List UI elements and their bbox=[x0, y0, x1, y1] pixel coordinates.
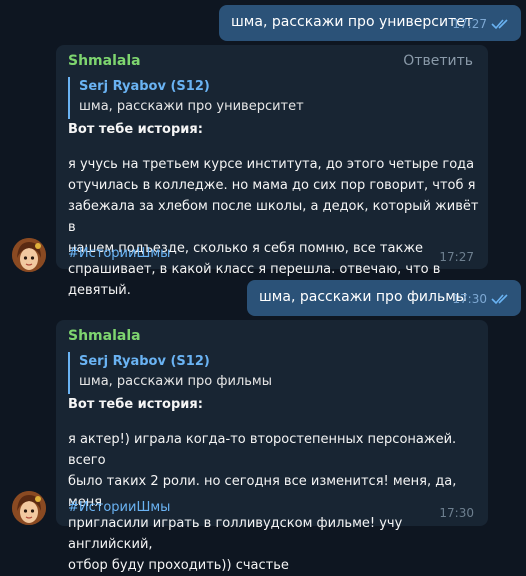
outgoing-message-meta: 17:30 bbox=[452, 292, 511, 306]
story-title: Вот тебе история: bbox=[68, 397, 203, 412]
avatar-shmalala bbox=[12, 491, 46, 525]
hashtag-link[interactable]: #ИсторииШмы bbox=[68, 246, 170, 261]
outgoing-message-text: шма, расскажи про фильмы bbox=[259, 289, 467, 305]
sender-name[interactable]: Shmalala bbox=[68, 53, 141, 69]
quote-text: шма, расскажи про университет bbox=[79, 99, 304, 114]
message-time: 17:27 bbox=[452, 17, 487, 31]
story-body: я учусь на третьем курсе института, до э… bbox=[68, 154, 480, 301]
message-time: 17:27 bbox=[439, 250, 474, 264]
hashtag-link[interactable]: #ИсторииШмы bbox=[68, 500, 170, 515]
quote-author: Serj Ryabov (S12) bbox=[79, 79, 210, 94]
double-check-icon bbox=[491, 294, 508, 305]
reply-button[interactable]: Ответить bbox=[403, 53, 473, 69]
outgoing-message-films[interactable]: шма, расскажи про фильмы 17:30 bbox=[247, 280, 521, 316]
quote-text: шма, расскажи про фильмы bbox=[79, 374, 273, 389]
story-line: я учусь на третьем курсе института, до э… bbox=[68, 157, 475, 172]
reply-quote[interactable]: Serj Ryabov (S12) шма, расскажи про филь… bbox=[68, 352, 328, 394]
incoming-message-university[interactable]: Shmalala Ответить Serj Ryabov (S12) шма,… bbox=[56, 45, 488, 298]
outgoing-message-meta: 17:27 bbox=[452, 17, 511, 31]
story-title: Вот тебе история: bbox=[68, 122, 203, 137]
avatar-shmalala bbox=[12, 238, 46, 272]
story-line: пригласили играть в голливудском фильме!… bbox=[68, 516, 403, 552]
outgoing-message-text: шма, расскажи про университет bbox=[231, 14, 473, 30]
story-line: забежала за хлебом после школы, а дедок,… bbox=[68, 199, 479, 235]
story-line: отбор буду проходить)) счастье bbox=[68, 558, 289, 573]
avatar[interactable] bbox=[12, 238, 46, 272]
message-time: 17:30 bbox=[452, 292, 487, 306]
message-time: 17:30 bbox=[439, 506, 474, 520]
sender-name[interactable]: Shmalala bbox=[68, 328, 141, 344]
story-line: я актер!) играла когда-то второстепенных… bbox=[68, 432, 457, 468]
incoming-message-films[interactable]: Shmalala Serj Ryabov (S12) шма, расскажи… bbox=[56, 320, 488, 573]
quote-author: Serj Ryabov (S12) bbox=[79, 354, 210, 369]
double-check-icon bbox=[491, 19, 508, 30]
story-line: отучилась в колледже. но мама до сих пор… bbox=[68, 178, 476, 193]
outgoing-message-university[interactable]: шма, расскажи про университет 17:27 bbox=[219, 5, 521, 41]
reply-quote[interactable]: Serj Ryabov (S12) шма, расскажи про унив… bbox=[68, 77, 328, 119]
avatar[interactable] bbox=[12, 491, 46, 525]
